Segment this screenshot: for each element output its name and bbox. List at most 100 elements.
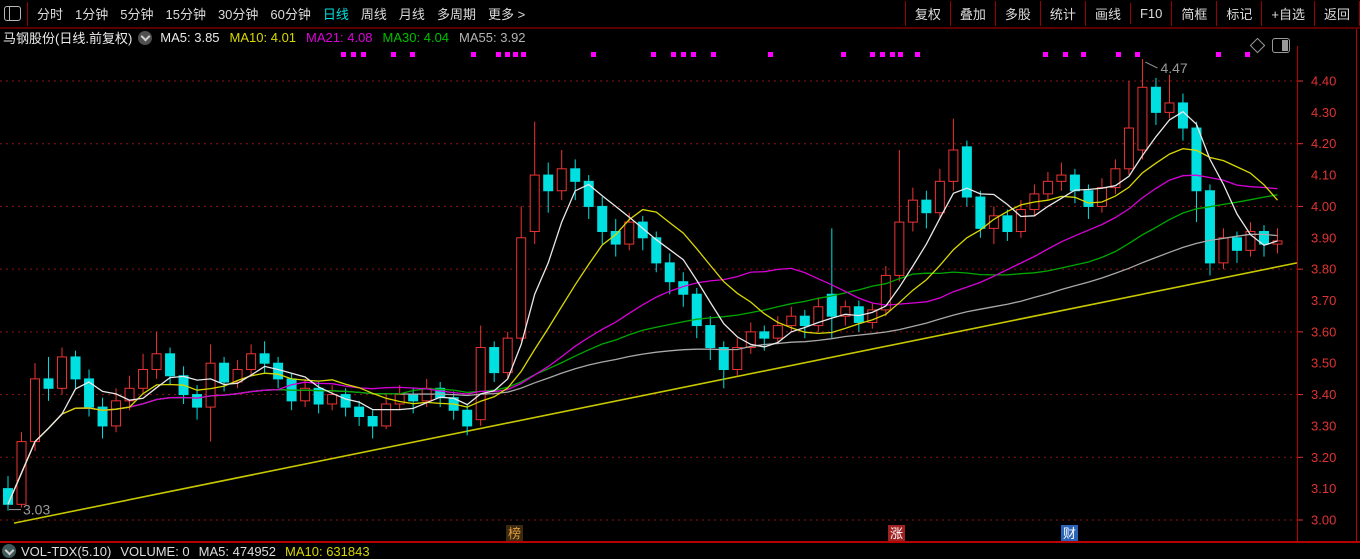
- candle-body: [502, 337, 513, 374]
- candle-body: [529, 174, 540, 233]
- candle-body: [1002, 215, 1013, 233]
- signal-dot: [471, 52, 476, 57]
- signal-dot: [1245, 52, 1250, 57]
- signal-dot: [841, 52, 846, 57]
- window-layout-icon[interactable]: [4, 6, 21, 21]
- simple-frame-button[interactable]: 简框: [1171, 1, 1216, 26]
- signal-dot: [870, 52, 875, 57]
- tab-15min[interactable]: 15分钟: [159, 4, 211, 23]
- tab-multiperiod[interactable]: 多周期: [431, 4, 482, 23]
- candle-body: [1110, 168, 1121, 189]
- tab-timeshare[interactable]: 分时: [31, 4, 69, 23]
- ma30-legend: MA30: 4.04: [382, 30, 450, 45]
- tab-5min[interactable]: 5分钟: [114, 4, 159, 23]
- signal-dot: [1135, 52, 1140, 57]
- signal-dot: [671, 52, 676, 57]
- candle-body: [516, 237, 527, 339]
- multi-stock-button[interactable]: 多股: [994, 1, 1040, 26]
- candle-body: [462, 409, 473, 427]
- add-watchlist-button[interactable]: +自选: [1261, 1, 1314, 26]
- signal-dot: [898, 52, 903, 57]
- tab-1min[interactable]: 1分钟: [69, 4, 114, 23]
- tab-more[interactable]: 更多 >: [482, 4, 531, 23]
- tab-daily[interactable]: 日线: [317, 4, 355, 23]
- signal-dot: [651, 52, 656, 57]
- signal-dot: [391, 52, 396, 57]
- candle-body: [205, 362, 216, 408]
- candle-body: [57, 356, 68, 389]
- y-axis-label: 3.00: [1311, 513, 1336, 528]
- f10-button[interactable]: F10: [1129, 3, 1171, 24]
- signal-dot: [591, 52, 596, 57]
- signal-dot: [361, 52, 366, 57]
- tab-60min[interactable]: 60分钟: [264, 4, 316, 23]
- candle-body: [354, 406, 365, 418]
- candle-body: [30, 378, 41, 443]
- top-toolbar: 分时 1分钟 5分钟 15分钟 30分钟 60分钟 日线 周线 月线 多周期 更…: [0, 0, 1360, 29]
- y-axis-label: 3.50: [1311, 356, 1336, 371]
- candle-body: [691, 293, 702, 327]
- candle-body: [570, 168, 581, 182]
- candle-body: [543, 174, 554, 192]
- signal-dot: [915, 52, 920, 57]
- volume-info-bar: VOL-TDX(5.10) VOLUME: 0 MA5: 474952 MA10…: [0, 543, 1360, 559]
- mark-button[interactable]: 标记: [1216, 1, 1261, 26]
- y-axis-label: 3.30: [1311, 418, 1336, 433]
- candle-body: [799, 315, 810, 327]
- candle-body: [340, 394, 351, 408]
- candle-body: [786, 315, 797, 327]
- y-axis-label: 3.40: [1311, 387, 1336, 402]
- tab-monthly[interactable]: 月线: [393, 4, 431, 23]
- signal-dot: [691, 52, 696, 57]
- candle-body: [1137, 86, 1148, 151]
- ma-line-5: [7, 110, 1278, 505]
- stock-title: 马钢股份(日线.前复权): [3, 31, 133, 46]
- overlay-button[interactable]: 叠加: [949, 1, 995, 26]
- title-bar: 马钢股份(日线.前复权) MA5: 3.85 MA10: 4.01 MA21: …: [0, 29, 536, 46]
- candle-body: [907, 199, 918, 223]
- chevron-down-circle-icon[interactable]: [138, 30, 153, 45]
- y-axis-label: 3.90: [1311, 230, 1336, 245]
- candle-body: [1177, 102, 1188, 129]
- candle-body: [1069, 174, 1080, 192]
- signal-dot: [890, 52, 895, 57]
- price-chart[interactable]: 4.47 3.03 榜 涨 财 4.40 4.30 4.20 4.10 4.00 3.90 3.80 3…: [0, 46, 1360, 543]
- high-annotation: 4.47: [1160, 60, 1187, 76]
- candle-body: [138, 368, 149, 389]
- volume-ma10: MA10: 631843: [285, 543, 370, 559]
- signal-dot: [1063, 52, 1068, 57]
- candle-body: [1096, 187, 1107, 207]
- candle-body: [718, 347, 729, 370]
- candle-body: [637, 221, 648, 239]
- candle-body: [894, 221, 905, 276]
- signal-dot: [1216, 52, 1221, 57]
- signal-dot: [711, 52, 716, 57]
- right-border-segment: [1356, 29, 1357, 46]
- candle-body: [624, 221, 635, 245]
- period-tabs: 分时 1分钟 5分钟 15分钟 30分钟 60分钟 日线 周线 月线 多周期 更…: [31, 4, 531, 23]
- candle-body: [408, 394, 419, 402]
- statistics-button[interactable]: 统计: [1039, 1, 1085, 26]
- back-button[interactable]: 返回: [1313, 1, 1360, 26]
- candle-body: [273, 362, 284, 380]
- signal-dot: [341, 52, 346, 57]
- candle-body: [151, 353, 162, 370]
- draw-line-button[interactable]: 画线: [1084, 1, 1130, 26]
- chevron-down-circle-icon[interactable]: [2, 544, 16, 558]
- tab-30min[interactable]: 30分钟: [212, 4, 264, 23]
- signal-dot: [505, 52, 510, 57]
- signal-dot: [768, 52, 773, 57]
- candle-body: [1056, 174, 1067, 182]
- candle-body: [1204, 190, 1215, 264]
- candle-body: [948, 149, 959, 182]
- candle-body: [219, 362, 230, 383]
- adjust-rights-button[interactable]: 复权: [904, 1, 950, 26]
- ma5-legend: MA5: 3.85: [160, 30, 220, 45]
- tab-weekly[interactable]: 周线: [355, 4, 393, 23]
- candle-body: [165, 353, 176, 377]
- candle-body: [475, 347, 486, 421]
- signal-dot: [496, 52, 501, 57]
- signal-dot: [513, 52, 518, 57]
- y-axis-label: 4.40: [1311, 74, 1336, 89]
- toolbar-buttons: 复权 叠加 多股 统计 画线 F10 简框 标记 +自选 返回: [904, 0, 1360, 27]
